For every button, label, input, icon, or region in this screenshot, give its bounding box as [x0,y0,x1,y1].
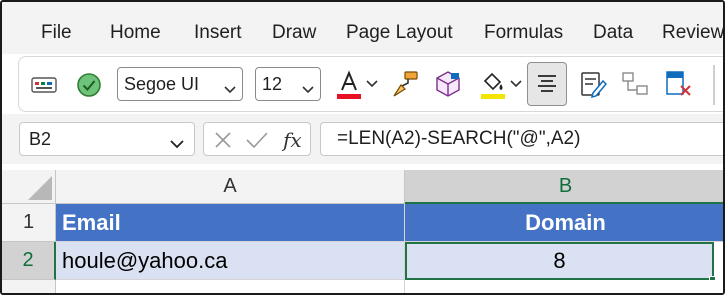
menu-file[interactable]: File [41,22,72,44]
cell-a1[interactable]: Email [56,204,405,242]
menu-draw[interactable]: Draw [272,22,316,44]
column-header-b[interactable]: B [405,170,723,204]
menu-data[interactable]: Data [593,22,633,44]
cell-a3[interactable] [56,280,405,293]
name-box[interactable]: B2 [19,122,195,156]
form-edit-icon[interactable] [579,69,607,99]
align-center-button[interactable] [527,62,567,106]
font-name-select[interactable]: Segoe UI [117,67,243,101]
cell-b2[interactable]: 8 [405,242,714,280]
formula-actions: fx [203,122,311,156]
chevron-down-icon[interactable] [170,134,184,155]
excel-window: File Home Insert Draw Page Layout Formul… [0,0,725,295]
chevron-down-icon [224,79,236,100]
check-circle-icon[interactable] [75,71,103,99]
link-transform-icon[interactable] [620,69,650,99]
menu-home[interactable]: Home [110,22,161,44]
row-header-3[interactable] [2,280,56,293]
fill-bucket-icon[interactable] [479,69,507,101]
select-all-corner[interactable] [2,170,56,204]
formula-text: =LEN(A2)-SEARCH("@",A2) [337,128,581,149]
cell-b1[interactable]: Domain [405,204,723,242]
name-box-value: B2 [29,128,52,149]
formula-input[interactable]: =LEN(A2)-SEARCH("@",A2) [320,122,723,156]
menu-formulas[interactable]: Formulas [484,22,563,44]
format-painter-icon[interactable] [391,69,421,99]
align-center-icon [536,73,558,95]
menu-bar: File Home Insert Draw Page Layout Formul… [2,2,723,54]
cell-a2[interactable]: houle@yahoo.ca [56,242,405,280]
font-color-chevron-icon[interactable] [366,79,378,89]
worksheet-grid: A B 1 2 Email Domain houle@yahoo.ca 8 [2,170,723,293]
font-size-select[interactable]: 12 [255,67,321,101]
formula-bar: B2 fx =LEN(A2)-SEARCH("@",A2) [2,114,723,164]
menu-review[interactable]: Review [662,22,723,44]
column-header-a[interactable]: A [56,170,405,204]
menu-insert[interactable]: Insert [194,22,242,44]
ribbon-divider [713,65,715,105]
keyboard-icon[interactable] [31,74,57,96]
svg-text:fx: fx [281,128,302,152]
select-all-triangle-icon [28,176,52,200]
font-color-icon[interactable] [335,69,363,101]
row-header-2[interactable]: 2 [2,242,56,280]
enter-check-icon[interactable] [245,130,269,150]
delete-sheet-icon[interactable] [663,69,693,99]
menu-page-layout[interactable]: Page Layout [346,22,453,44]
chevron-down-icon [302,79,314,100]
insert-function-icon[interactable]: fx [281,127,305,153]
ribbon-toolbar: Segoe UI 12 [18,56,723,112]
cube-icon[interactable] [433,69,463,99]
cancel-icon[interactable] [213,130,233,150]
fill-color-chevron-icon[interactable] [510,79,522,89]
font-size-value: 12 [262,73,283,94]
font-name-value: Segoe UI [124,73,200,94]
cell-b3[interactable] [405,280,723,293]
row-header-1[interactable]: 1 [2,204,56,242]
